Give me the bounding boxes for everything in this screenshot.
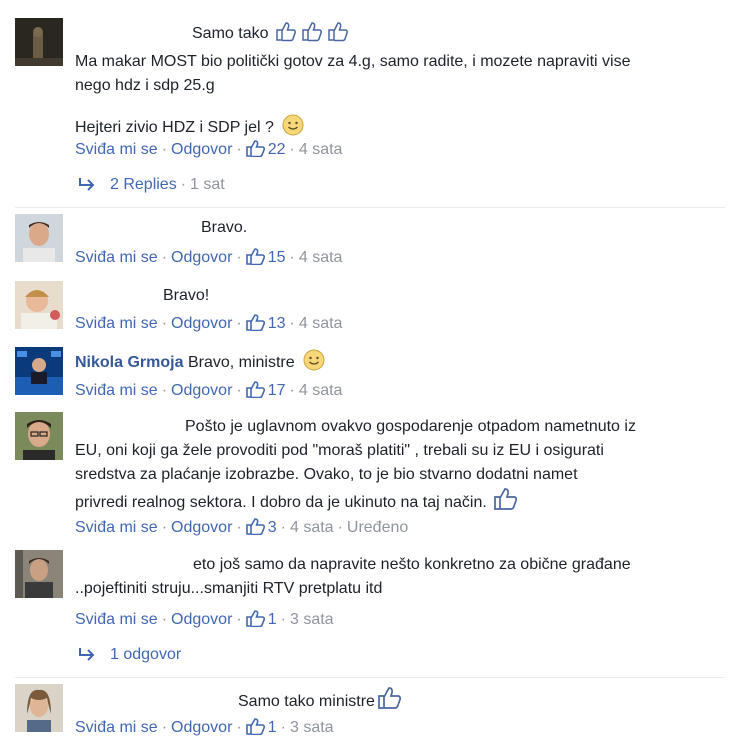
comment-text-line: Hejteri zivio HDZ i SDP jel ? bbox=[75, 119, 274, 136]
comment-text: Bravo, ministre bbox=[187, 354, 295, 371]
like-link[interactable]: Sviđa mi se bbox=[75, 382, 158, 399]
comment-text: eto još samo da napravite nešto konkretn… bbox=[75, 553, 694, 601]
timestamp[interactable]: 4 sata bbox=[299, 249, 343, 266]
comment-text: Bravo! bbox=[163, 287, 210, 304]
like-link[interactable]: Sviđa mi se bbox=[75, 611, 158, 628]
like-link[interactable]: Sviđa mi se bbox=[75, 519, 158, 536]
like-link[interactable]: Sviđa mi se bbox=[75, 315, 158, 332]
comment-meta: Sviđa mi se · Odgovor · 15 · 4 sata bbox=[75, 247, 342, 271]
avatar[interactable] bbox=[15, 281, 63, 329]
view-replies[interactable]: 1 odgovor bbox=[78, 645, 181, 667]
comment-text: Bravo. bbox=[201, 219, 248, 236]
like-count[interactable]: 1 bbox=[268, 719, 277, 736]
reply-link[interactable]: Odgovor bbox=[171, 141, 232, 158]
comment-text-line: EU, oni koji ga žele provoditi pod "mora… bbox=[75, 442, 604, 459]
comment-text-line: sredstva za plaćanje izobrazbe. Ovako, t… bbox=[75, 466, 578, 483]
smiley-icon bbox=[303, 349, 325, 379]
author-name[interactable]: Nikola Grmoja bbox=[75, 354, 183, 371]
thumbs-up-icon bbox=[493, 487, 519, 519]
timestamp[interactable]: 4 sata bbox=[299, 315, 343, 332]
comment-meta: Sviđa mi se · Odgovor · 17 · 4 sata bbox=[75, 380, 342, 404]
replies-link[interactable]: 2 Replies bbox=[110, 176, 177, 193]
reply-link[interactable]: Odgovor bbox=[171, 611, 232, 628]
comment-meta: Sviđa mi se · Odgovor · 3 · 4 sata · Uređeno bbox=[75, 517, 408, 541]
reply-link[interactable]: Odgovor bbox=[171, 719, 232, 736]
timestamp[interactable]: 1 sat bbox=[190, 176, 225, 193]
comment-text: Samo tako Ma makar MOST bio politički go… bbox=[75, 20, 694, 144]
thumbs-up-icon bbox=[245, 517, 266, 541]
like-link[interactable]: Sviđa mi se bbox=[75, 719, 158, 736]
comment-meta: Sviđa mi se · Odgovor · 1 · 3 sata bbox=[75, 609, 334, 633]
like-count[interactable]: 3 bbox=[268, 519, 277, 536]
comment-text: Pošto je uglavnom ovakvo gospodarenje ot… bbox=[75, 415, 694, 519]
reply-link[interactable]: Odgovor bbox=[171, 382, 232, 399]
comment-text: Samo tako ministre bbox=[238, 693, 375, 710]
divider bbox=[15, 207, 725, 208]
thumbs-up-icon bbox=[245, 609, 266, 633]
avatar[interactable] bbox=[15, 684, 63, 732]
like-link[interactable]: Sviđa mi se bbox=[75, 141, 158, 158]
comment-text-line: privredi realnog sektora. I dobro da je … bbox=[75, 494, 487, 511]
comment-text-line: nego hdz i sdp 25.g bbox=[75, 77, 215, 94]
comment-text-line: Pošto je uglavnom ovakvo gospodarenje ot… bbox=[185, 418, 636, 435]
timestamp[interactable]: 3 sata bbox=[290, 719, 334, 736]
comment-meta: Sviđa mi se · Odgovor · 1 · 3 sata bbox=[75, 717, 334, 741]
thumbs-up-icon bbox=[245, 313, 266, 337]
replies-link[interactable]: 1 odgovor bbox=[110, 646, 181, 663]
like-count[interactable]: 22 bbox=[268, 141, 286, 158]
avatar[interactable] bbox=[15, 214, 63, 262]
comment-meta: Sviđa mi se · Odgovor · 13 · 4 sata bbox=[75, 313, 342, 337]
timestamp[interactable]: 4 sata bbox=[299, 382, 343, 399]
reply-arrow-icon bbox=[78, 177, 96, 197]
timestamp[interactable]: 4 sata bbox=[290, 519, 334, 536]
view-replies[interactable]: 2 Replies · 1 sat bbox=[78, 175, 225, 197]
comment-text-line: ..pojeftiniti struju...smanjiti RTV pret… bbox=[75, 580, 383, 597]
like-link[interactable]: Sviđa mi se bbox=[75, 249, 158, 266]
thumbs-up-icon bbox=[245, 247, 266, 271]
reply-link[interactable]: Odgovor bbox=[171, 519, 232, 536]
comment-text-line: Ma makar MOST bio politički gotov za 4.g… bbox=[75, 53, 631, 70]
comment-text-line: eto još samo da napravite nešto konkretn… bbox=[193, 556, 631, 573]
reply-arrow-icon bbox=[78, 647, 96, 667]
avatar[interactable] bbox=[15, 347, 63, 395]
thumbs-up-icon bbox=[275, 20, 351, 50]
edited-label[interactable]: Uređeno bbox=[347, 519, 408, 536]
reply-link[interactable]: Odgovor bbox=[171, 315, 232, 332]
comment-meta: Sviđa mi se · Odgovor · 22 · 4 sata bbox=[75, 139, 342, 163]
avatar[interactable] bbox=[15, 412, 63, 460]
reply-link[interactable]: Odgovor bbox=[171, 249, 232, 266]
comment-text-line: Samo tako bbox=[192, 25, 269, 42]
divider bbox=[15, 677, 725, 678]
avatar[interactable] bbox=[15, 18, 63, 66]
avatar[interactable] bbox=[15, 550, 63, 598]
thumbs-up-icon bbox=[377, 686, 403, 718]
thumbs-up-icon bbox=[245, 380, 266, 404]
thumbs-up-icon bbox=[245, 139, 266, 163]
timestamp[interactable]: 4 sata bbox=[299, 141, 343, 158]
thumbs-up-icon bbox=[245, 717, 266, 741]
like-count[interactable]: 17 bbox=[268, 382, 286, 399]
like-count[interactable]: 1 bbox=[268, 611, 277, 628]
timestamp[interactable]: 3 sata bbox=[290, 611, 334, 628]
like-count[interactable]: 13 bbox=[268, 315, 286, 332]
like-count[interactable]: 15 bbox=[268, 249, 286, 266]
